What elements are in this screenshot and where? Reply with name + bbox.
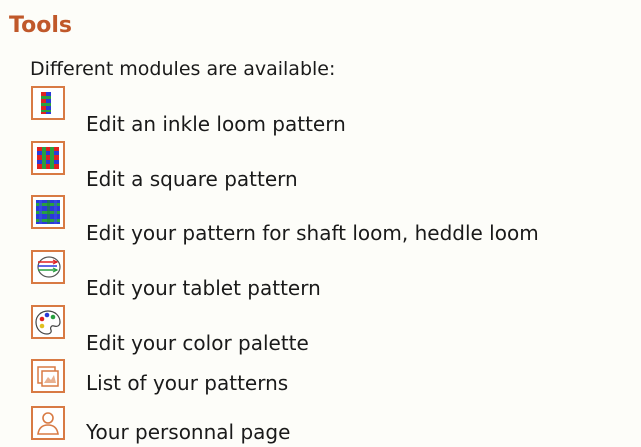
tool-label[interactable]: Edit your pattern for shaft loom, heddle… — [86, 221, 539, 245]
inkle-loom-icon[interactable] — [31, 86, 65, 120]
shaft-loom-icon[interactable] — [31, 195, 65, 229]
section-intro: Different modules are available: — [30, 58, 336, 80]
pattern-list-icon[interactable] — [31, 359, 65, 393]
tool-label[interactable]: Edit your tablet pattern — [86, 276, 321, 300]
person-icon[interactable] — [31, 406, 65, 440]
tool-label[interactable]: Edit your color palette — [86, 331, 309, 355]
color-palette-icon[interactable] — [31, 305, 65, 339]
square-pattern-icon[interactable] — [31, 141, 65, 175]
tablet-pattern-icon[interactable] — [31, 250, 65, 284]
tool-label[interactable]: Edit an inkle loom pattern — [86, 112, 346, 136]
section-title: Tools — [9, 13, 72, 38]
tool-label[interactable]: Your personnal page — [86, 420, 290, 444]
tool-label[interactable]: Edit a square pattern — [86, 167, 298, 191]
tool-label[interactable]: List of your patterns — [86, 371, 288, 395]
